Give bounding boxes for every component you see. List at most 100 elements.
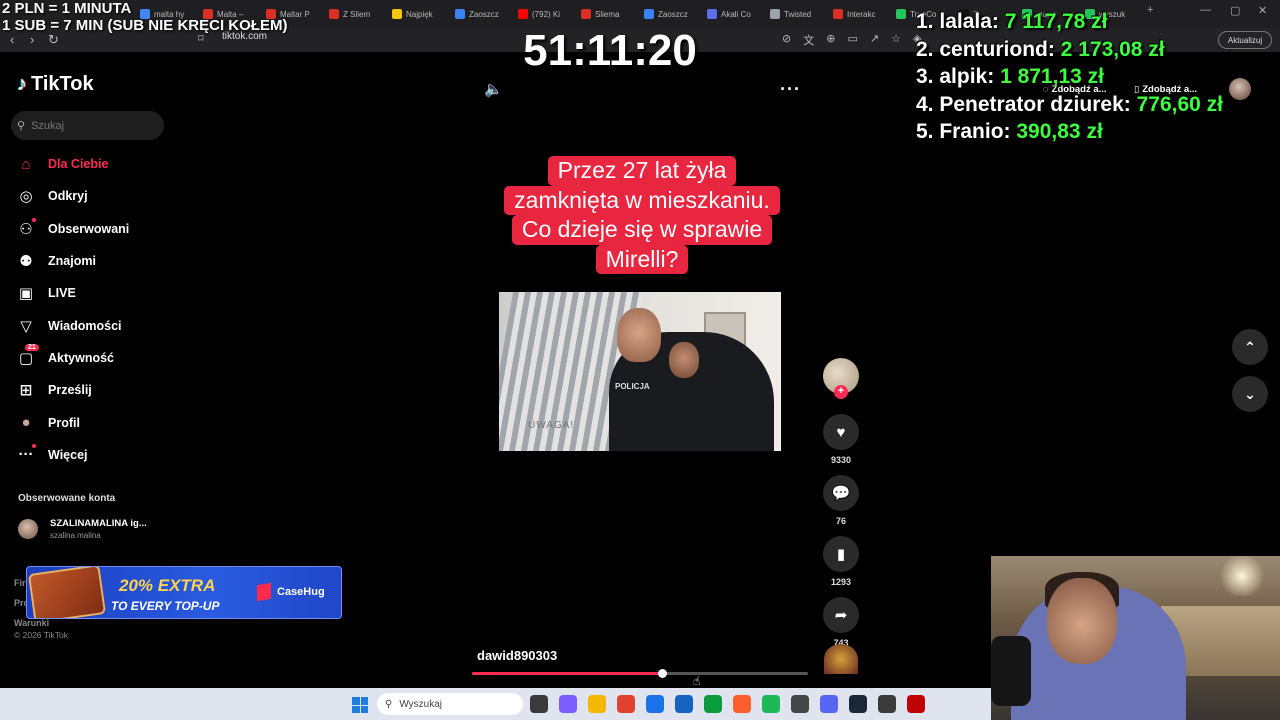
sidebar-item-compass[interactable]: ◎ Odkryj (16, 180, 176, 212)
user-avatar[interactable] (1229, 78, 1251, 100)
previous-video-button[interactable]: ⌃ (1232, 329, 1268, 365)
donor-rank: 3. (916, 65, 934, 88)
donor-row: 4. Penetrator dziurek: 776,60 zł (916, 91, 1223, 119)
reload-icon[interactable]: ↻ (48, 32, 59, 48)
browser-tab[interactable]: Interakc (833, 4, 891, 24)
creator-avatar[interactable]: + (823, 358, 859, 399)
close-window-icon[interactable]: ✕ (1258, 4, 1267, 17)
comment-icon[interactable]: 💬 (823, 475, 859, 511)
browser-tab[interactable]: Najpięk (392, 4, 450, 24)
taskbar-app-icon[interactable] (907, 695, 925, 713)
windows-start-icon[interactable] (352, 697, 368, 713)
browser-tab[interactable]: (792) Ki (518, 4, 576, 24)
progress-handle[interactable] (657, 669, 667, 678)
taskbar-app-icon[interactable] (559, 695, 577, 713)
share-arrow-icon[interactable]: ➦ (823, 597, 859, 633)
like-count: 9330 (830, 455, 852, 465)
casehug-logo-icon (257, 582, 271, 602)
taskbar-app-icon[interactable] (675, 695, 693, 713)
search-input[interactable] (31, 119, 152, 132)
account-name: SZALINAMALINA ig... (50, 518, 147, 529)
notification-badge: 21 (25, 343, 39, 351)
sidebar-item-messages[interactable]: ▽ Wiadomości (16, 309, 176, 341)
sidebar-item-activity[interactable]: ▢ 21 Aktywność (16, 342, 176, 374)
sidebar-nav: ⌂ Dla Ciebie ◎ Odkryj ⚇ Obserwowani ⚉ Znajomi ▣ L… (16, 148, 176, 471)
subathon-timer: 51:11:20 (523, 26, 697, 75)
sidebar-item-label: Profil (48, 415, 80, 430)
tab-favicon-icon (644, 9, 654, 19)
star-icon[interactable]: ☆ (891, 32, 901, 48)
taskbar-app-icon[interactable] (530, 695, 548, 713)
browser-tab[interactable]: Zaoszcz (644, 4, 702, 24)
tab-label: Akali Co (721, 9, 751, 19)
sidebar-item-following[interactable]: ⚇ Obserwowani (16, 213, 176, 245)
taskbar-app-icon[interactable] (704, 695, 722, 713)
maximize-icon[interactable]: ▢ (1230, 4, 1240, 17)
sidebar-item-label: Wiadomości (48, 318, 122, 333)
translate-icon[interactable]: 文 (803, 32, 814, 48)
tiktok-logo[interactable]: ♪ TikTok (17, 73, 94, 96)
avatar (18, 519, 38, 539)
back-icon[interactable]: ‹ (10, 32, 14, 47)
sidebar-item-home[interactable]: ⌂ Dla Ciebie (16, 148, 176, 180)
zoom-icon[interactable]: ⊕ (826, 32, 835, 48)
taskbar-app-icon[interactable] (878, 695, 896, 713)
taskbar-search-placeholder: Wyszukaj (399, 698, 443, 710)
follow-plus-icon[interactable]: + (834, 385, 848, 399)
taskbar-app-icon[interactable] (733, 695, 751, 713)
taskbar-app-icon[interactable] (820, 695, 838, 713)
tab-favicon-icon (770, 9, 780, 19)
donor-rank: 2. (916, 37, 934, 61)
heart-icon[interactable]: ♥ (823, 414, 859, 450)
taskbar-search[interactable]: ⚲ Wyszukaj (377, 693, 523, 715)
tab-label: Zaoszcz (658, 9, 688, 19)
donor-rank: 4. (916, 92, 934, 116)
update-button[interactable]: Aktualizuj (1218, 31, 1272, 49)
comment-action[interactable]: 💬 76 (820, 475, 862, 526)
browser-tab[interactable]: Z Sliem (329, 4, 387, 24)
search-box[interactable]: ⚲ (11, 111, 164, 140)
volume-icon[interactable]: 🔈 (484, 80, 503, 98)
video-progress-bar[interactable] (472, 669, 808, 678)
video-author[interactable]: dawid890303 (477, 648, 557, 663)
bookmark-icon[interactable]: ▮ (823, 536, 859, 572)
taskbar-app-icon[interactable] (617, 695, 635, 713)
caption-line: Mirelli? (595, 244, 689, 275)
mute-site-icon[interactable]: ⊘ (782, 32, 791, 48)
taskbar-app-icon[interactable] (791, 695, 809, 713)
more-options-icon[interactable]: ··· (780, 79, 801, 100)
browser-tab[interactable]: Akali Co (707, 4, 765, 24)
browser-tab[interactable]: Twisted (770, 4, 828, 24)
sidebar-item-live[interactable]: ▣ LIVE (16, 277, 176, 309)
taskbar-app-icon[interactable] (646, 695, 664, 713)
next-video-button[interactable]: ⌄ (1232, 376, 1268, 412)
sidebar-item-more[interactable]: ··· Więcej (16, 439, 176, 471)
like-action[interactable]: ♥ 9330 (820, 414, 862, 465)
tab-label: (792) Ki (532, 9, 561, 19)
sidebar-item-profile[interactable]: ● Profil (16, 406, 176, 438)
bookmark-action[interactable]: ▮ 1293 (820, 536, 862, 587)
forward-icon[interactable]: › (30, 32, 34, 47)
taskbar-app-icon[interactable] (849, 695, 867, 713)
followed-account-item[interactable]: SZALINAMALINA ig... szalina.malina (18, 518, 147, 540)
sidebar-item-label: Więcej (48, 447, 88, 462)
share-icon[interactable]: ↗ (870, 32, 879, 48)
donor-row: 5. Franio: 390,83 zł (916, 118, 1223, 146)
logo-text: TikTok (31, 73, 94, 95)
police-label: POLICJA (615, 382, 650, 391)
tab-label: Interakc (847, 9, 876, 19)
cast-icon[interactable]: ▭ (847, 32, 857, 48)
taskbar-app-icon[interactable] (588, 695, 606, 713)
music-disc-icon[interactable] (824, 644, 858, 674)
donation-rule-text: 2 PLN = 1 MINUTA (2, 0, 132, 17)
sidebar-item-upload[interactable]: ⊞ Prześlij (16, 374, 176, 406)
following-icon: ⚇ (19, 220, 33, 238)
video-inset[interactable]: POLICJA UWAGA! (499, 292, 781, 451)
top-donors-list: 1. lalala: 7 117,78 zł 2. centuriond: 2 1… (916, 8, 1223, 146)
browser-tab[interactable]: Sliema (581, 4, 639, 24)
taskbar-app-icon[interactable] (762, 695, 780, 713)
share-action[interactable]: ➦ 743 (820, 597, 862, 648)
sidebar-item-friends[interactable]: ⚉ Znajomi (16, 245, 176, 277)
sub-rule-text: 1 SUB = 7 MIN (SUB NIE KRĘCI KOŁEM) (2, 17, 288, 34)
browser-tab[interactable]: Zaoszcz (455, 4, 513, 24)
